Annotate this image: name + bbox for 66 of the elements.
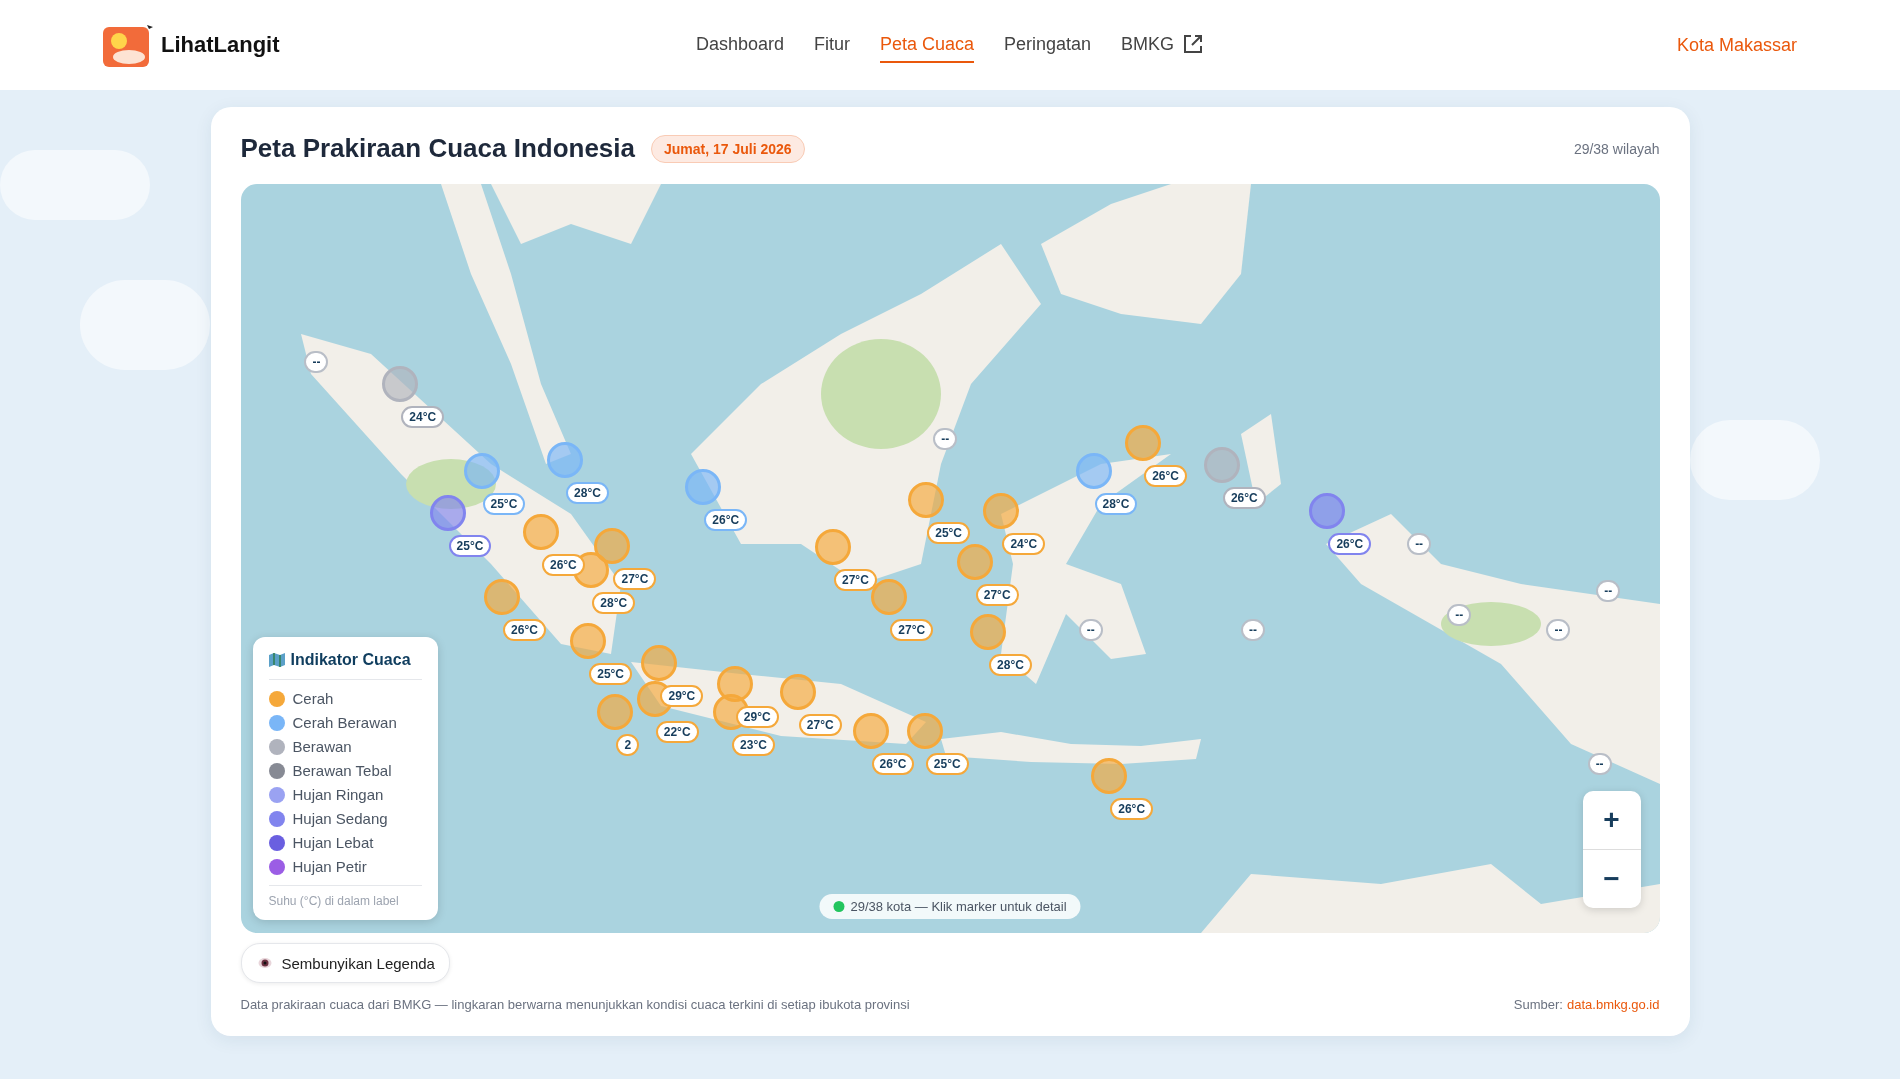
legend-label: Hujan Lebat [292, 834, 374, 851]
weather-marker[interactable] [852, 713, 889, 750]
nav-link[interactable]: Peta Cuaca [879, 27, 974, 63]
weather-marker[interactable] [908, 482, 945, 519]
map-icon [268, 653, 285, 667]
legend-label: Cerah [292, 690, 334, 707]
weather-marker[interactable] [983, 492, 1020, 529]
weather-marker[interactable] [641, 645, 678, 682]
weather-marker[interactable] [597, 694, 634, 730]
weather-marker[interactable] [1125, 425, 1162, 462]
temperature-label[interactable]: 27°C [613, 568, 657, 591]
temperature-label[interactable]: 27°C [834, 569, 877, 592]
temperature-label[interactable]: 28°C [566, 482, 609, 505]
hide-legend-button[interactable]: Sembunyikan Legenda [240, 943, 450, 983]
weather-marker[interactable] [570, 622, 607, 659]
status-dot-icon [833, 901, 845, 912]
legend-label: Hujan Sedang [292, 810, 388, 827]
weather-marker[interactable] [1075, 452, 1112, 489]
source-label: Sumber: [1513, 997, 1563, 1012]
weather-marker[interactable] [1309, 492, 1346, 529]
eye-icon [257, 957, 272, 969]
weather-marker[interactable] [429, 495, 466, 532]
brand-name: LihatLangit [161, 32, 280, 58]
date-badge: Jumat, 17 Juli 2026 [651, 134, 805, 163]
legend-label: Berawan [292, 738, 352, 755]
source-link[interactable]: data.bmkg.go.id [1567, 997, 1660, 1012]
region-count: 29/38 wilayah [1573, 140, 1660, 157]
weather-marker[interactable] [779, 673, 816, 710]
nav-link[interactable]: Fitur [813, 27, 850, 63]
weather-marker[interactable] [522, 513, 559, 550]
weather-marker[interactable] [463, 452, 500, 489]
temperature-label[interactable]: 23°C [732, 734, 775, 756]
zoom-out-button[interactable]: − [1582, 850, 1641, 908]
weather-marker[interactable] [382, 365, 419, 402]
temperature-label[interactable]: 26°C [1110, 798, 1154, 821]
temperature-label[interactable]: 25°C [927, 522, 971, 545]
temperature-label[interactable]: 29°C [660, 685, 704, 708]
status-text: 29/38 kota — Klik marker untuk detail [850, 899, 1067, 914]
weather-marker[interactable] [594, 528, 631, 565]
nav-link[interactable]: Dashboard [695, 27, 784, 63]
legend-note: Suhu (°C) di dalam label [268, 885, 422, 908]
temperature-label[interactable]: 28°C [989, 654, 1032, 677]
weather-marker[interactable] [484, 578, 521, 615]
footer-description: Data prakiraan cuaca dari BMKG — lingkaran berwarna menunjukkan kondisi cuaca terkini di setiap ibukota provinsi [240, 997, 910, 1012]
weather-marker[interactable] [871, 578, 908, 615]
weather-marker[interactable] [685, 468, 722, 505]
weather-marker[interactable] [970, 614, 1007, 651]
legend-label: Hujan Ringan [292, 786, 384, 803]
weather-marker[interactable] [1091, 758, 1128, 795]
nav-link[interactable]: Peringatan [1004, 27, 1092, 63]
legend-title: Indikator Cuaca [290, 651, 411, 669]
temperature-label[interactable]: 26°C [1144, 465, 1187, 488]
weather-marker[interactable] [956, 543, 993, 580]
weather-marker[interactable] [906, 713, 943, 750]
weather-marker[interactable] [815, 529, 851, 566]
temperature-label[interactable]: 28°C [592, 592, 636, 615]
zoom-in-button[interactable]: + [1582, 791, 1641, 849]
location-link[interactable]: Kota Makassar [1676, 34, 1797, 56]
legend-label: Berawan Tebal [292, 762, 392, 779]
legend-label: Hujan Petir [292, 858, 367, 875]
weather-marker[interactable] [1203, 446, 1240, 483]
nav-link[interactable]: BMKG [1121, 27, 1205, 63]
weather-marker[interactable] [547, 442, 584, 479]
page-title: Peta Prakiraan Cuaca Indonesia [240, 133, 635, 164]
logo-icon [103, 23, 155, 67]
legend-label: Cerah Berawan [292, 714, 397, 731]
